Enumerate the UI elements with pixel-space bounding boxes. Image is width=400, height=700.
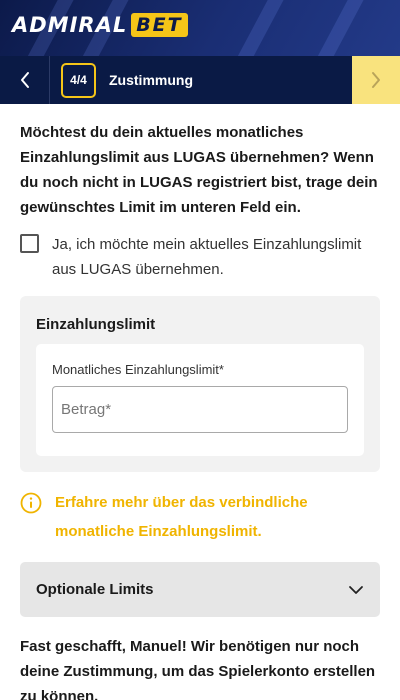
final-consent-text: Fast geschafft, Manuel! Wir benötigen nu…: [20, 638, 376, 700]
optional-limits-label: Optionale Limits: [36, 581, 154, 598]
info-icon: [20, 492, 42, 514]
deposit-limit-field-group: Monatliches Einzahlungslimit*: [36, 344, 364, 456]
brand-header: ADMIRAL BET: [0, 0, 400, 56]
back-button[interactable]: [0, 56, 50, 104]
monthly-limit-label: Monatliches Einzahlungslimit*: [52, 362, 224, 377]
step-navigation: 4/4 Zustimmung: [0, 56, 400, 104]
logo-badge: BET: [131, 13, 188, 37]
next-button[interactable]: [352, 56, 400, 104]
header-decoration: [224, 0, 290, 56]
step-title: Zustimmung: [109, 72, 193, 88]
logo-wordmark: ADMIRAL: [12, 13, 128, 37]
chevron-left-icon: [20, 72, 29, 88]
lugas-consent-label[interactable]: Ja, ich möchte mein aktuelles Einzahlung…: [52, 232, 380, 282]
optional-limits-accordion[interactable]: Optionale Limits: [20, 562, 380, 617]
step-indicator: 4/4: [61, 62, 96, 98]
deposit-limit-card: Einzahlungslimit Monatliches Einzahlungs…: [20, 296, 380, 472]
header-decoration: [304, 0, 370, 56]
monthly-limit-input[interactable]: [52, 386, 348, 433]
chevron-down-icon: [349, 585, 363, 594]
admiralbet-logo[interactable]: ADMIRAL BET: [12, 13, 188, 37]
lugas-consent-checkbox[interactable]: [20, 234, 39, 253]
deposit-limit-info: Erfahre mehr über das verbindliche monat…: [20, 490, 390, 546]
deposit-limit-title: Einzahlungslimit: [36, 316, 156, 333]
chevron-right-icon: [372, 72, 380, 88]
lugas-consent-row: Ja, ich möchte mein aktuelles Einzahlung…: [20, 232, 380, 282]
deposit-limit-info-link[interactable]: Erfahre mehr über das verbindliche monat…: [55, 488, 390, 546]
intro-question: Möchtest du dein aktuelles monatliches E…: [20, 124, 378, 216]
